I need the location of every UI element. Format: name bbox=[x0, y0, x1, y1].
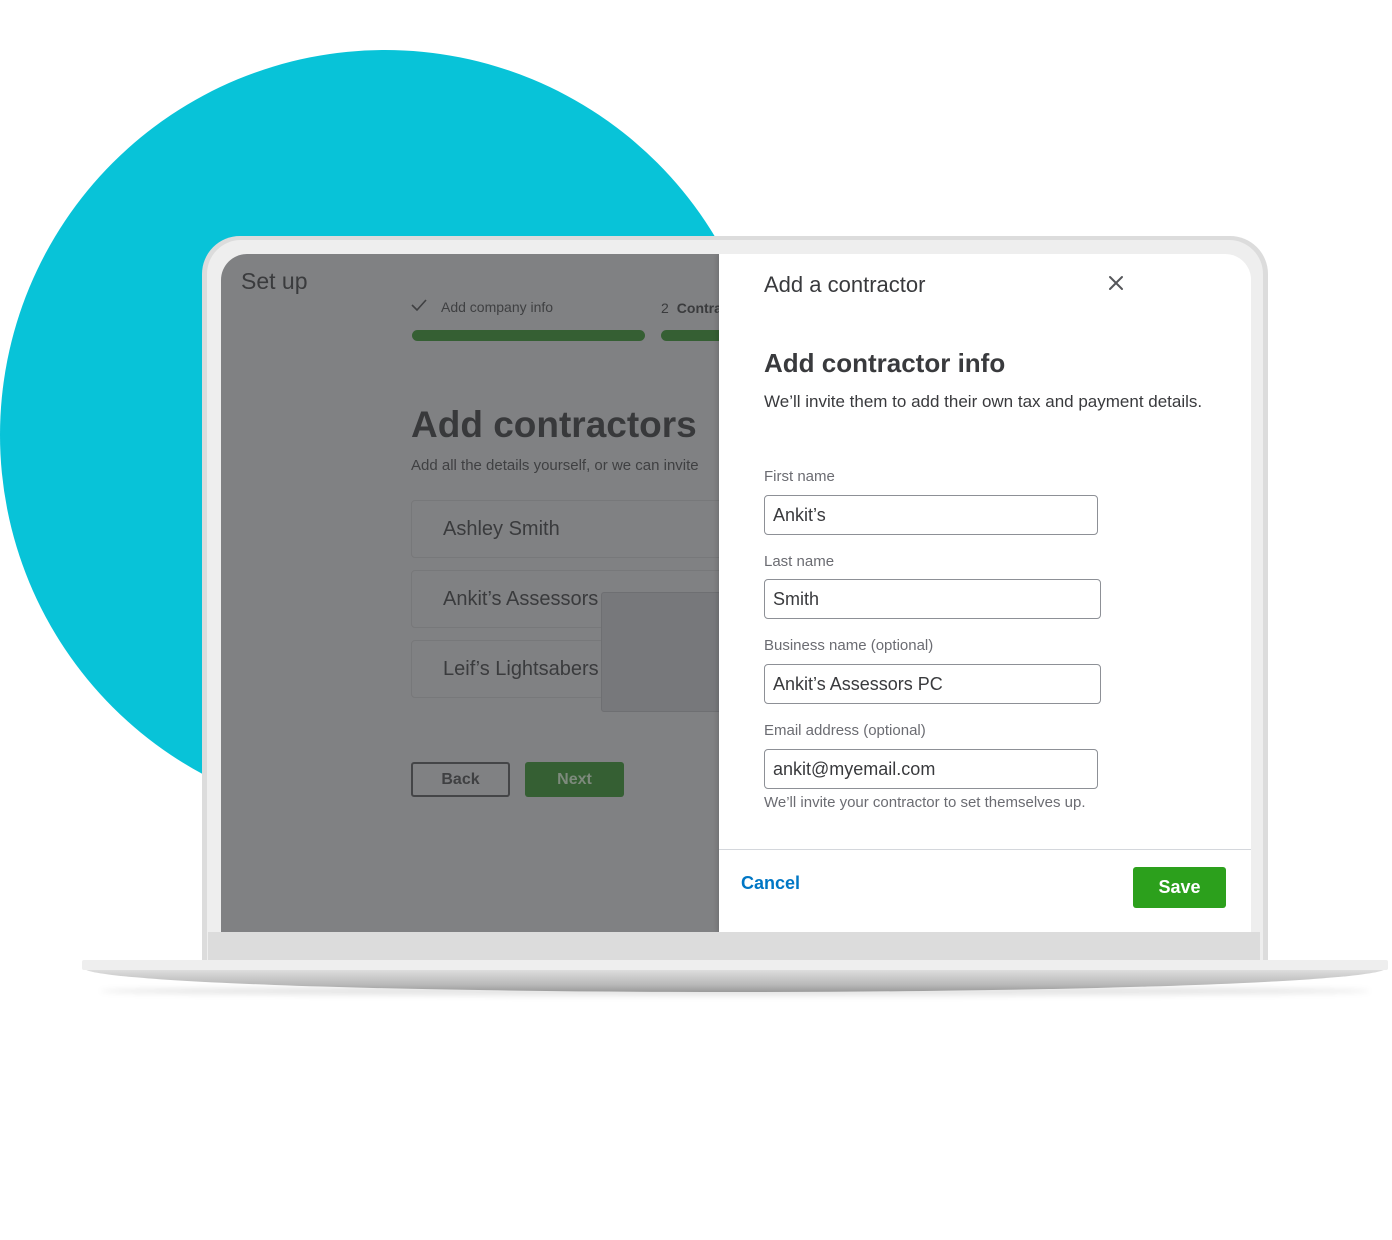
laptop-screen: Set up Add company info 2 Contra Add cont… bbox=[221, 254, 1251, 932]
first-name-input[interactable] bbox=[764, 495, 1098, 535]
back-button: Back bbox=[411, 762, 510, 797]
step-label: Add company info bbox=[441, 298, 554, 315]
page-subtitle: Add all the details yourself, or we can … bbox=[411, 457, 699, 474]
form-subtitle: We’ll invite them to add their own tax a… bbox=[764, 392, 1203, 411]
business-name-input[interactable] bbox=[764, 664, 1101, 704]
background-setup-page: Set up Add company info 2 Contra Add cont… bbox=[221, 254, 751, 932]
laptop-bezel-bottom bbox=[208, 932, 1260, 962]
step-add-company-info: Add company info bbox=[411, 298, 553, 315]
contractor-list-item: Ashley Smith bbox=[411, 500, 751, 558]
save-button[interactable]: Save bbox=[1133, 867, 1226, 908]
step-label: Contra bbox=[676, 300, 722, 316]
add-contractor-drawer: Add a contractor Add contractor info We’… bbox=[719, 254, 1251, 932]
setup-title: Set up bbox=[241, 268, 308, 294]
check-icon bbox=[411, 298, 429, 315]
close-button[interactable] bbox=[1103, 272, 1129, 298]
email-input[interactable] bbox=[764, 749, 1098, 789]
drawer-title: Add a contractor bbox=[764, 272, 926, 297]
laptop-base bbox=[82, 960, 1388, 970]
close-icon bbox=[1108, 275, 1124, 296]
first-name-label: First name bbox=[764, 468, 835, 485]
page-heading: Add contractors bbox=[411, 404, 697, 445]
email-label: Email address (optional) bbox=[764, 722, 926, 739]
last-name-input[interactable] bbox=[764, 579, 1101, 619]
next-button: Next bbox=[525, 762, 624, 797]
last-name-label: Last name bbox=[764, 553, 835, 570]
business-name-label: Business name (optional) bbox=[764, 637, 934, 654]
step-progress-bar-complete bbox=[412, 330, 645, 341]
footer-divider bbox=[719, 849, 1251, 850]
step-number: 2 bbox=[661, 300, 669, 316]
cancel-button[interactable]: Cancel bbox=[741, 873, 800, 894]
step-contractors: 2 Contra bbox=[661, 300, 722, 316]
form-heading: Add contractor info bbox=[764, 348, 1006, 378]
email-help-text: We’ll invite your contractor to set them… bbox=[764, 794, 1086, 811]
